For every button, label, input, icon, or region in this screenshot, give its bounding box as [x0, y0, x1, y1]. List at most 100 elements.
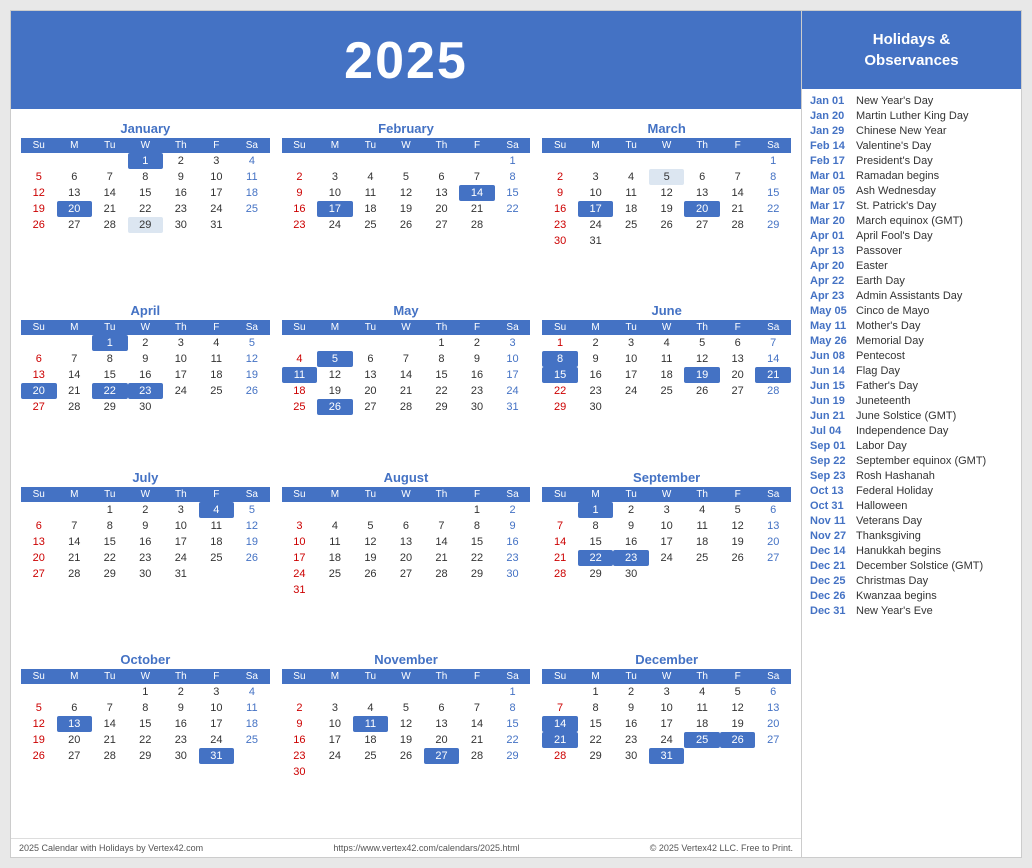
calendar-day: 27: [388, 566, 424, 582]
calendar-day: 25: [353, 748, 389, 764]
day-header-su: Su: [542, 138, 578, 153]
calendar-day: 11: [684, 518, 720, 534]
calendar-day: 28: [424, 566, 460, 582]
calendar-day: 15: [128, 716, 164, 732]
footer: 2025 Calendar with Holidays by Vertex42.…: [11, 838, 801, 857]
calendar-day: [282, 153, 318, 169]
calendar-day: 19: [649, 201, 685, 217]
calendar-day: 2: [282, 169, 318, 185]
calendar-section: 2025 JanuarySuMTuWThFSa12345678910111213…: [11, 11, 801, 857]
calendar-day: 16: [613, 716, 649, 732]
calendar-day: [353, 153, 389, 169]
calendar-day: 13: [57, 185, 93, 201]
calendar-day: 12: [388, 185, 424, 201]
day-header-sa: Sa: [755, 320, 791, 335]
month-table: SuMTuWThFSa12345678910111213141516171819…: [282, 138, 531, 233]
calendar-day: 4: [282, 351, 318, 367]
day-header-w: W: [128, 487, 164, 502]
sidebar: Holidays &Observances Jan 01New Year's D…: [801, 11, 1021, 857]
calendar-day: 16: [282, 732, 318, 748]
calendar-day: 29: [459, 566, 495, 582]
calendar-day: 4: [234, 684, 270, 700]
calendar-day: 18: [234, 716, 270, 732]
calendar-day: 26: [21, 748, 57, 764]
calendar-day: 14: [542, 716, 578, 732]
calendar-day: 21: [459, 732, 495, 748]
calendar-day: [424, 582, 460, 598]
day-header-m: M: [317, 320, 353, 335]
day-header-su: Su: [542, 669, 578, 684]
calendar-day: 20: [684, 201, 720, 217]
calendar-day: 28: [57, 566, 93, 582]
calendar-day: 9: [578, 351, 614, 367]
calendar-day: 24: [649, 732, 685, 748]
calendar-day: 23: [542, 217, 578, 233]
calendar-day: 14: [459, 185, 495, 201]
calendar-day: [684, 233, 720, 249]
calendar-day: 11: [613, 185, 649, 201]
month-block-may: MaySuMTuWThFSa12345678910111213141516171…: [276, 299, 537, 465]
day-header-th: Th: [163, 320, 199, 335]
calendar-day: 16: [163, 185, 199, 201]
month-block-december: DecemberSuMTuWThFSa123456789101112131415…: [536, 648, 797, 830]
calendar-day: 21: [424, 550, 460, 566]
calendar-day: 29: [92, 399, 128, 415]
calendar-day: 18: [353, 732, 389, 748]
day-header-su: Su: [21, 138, 57, 153]
calendar-day: 14: [459, 716, 495, 732]
calendar-day: [388, 153, 424, 169]
calendar-day: 26: [388, 217, 424, 233]
calendar-day: 24: [495, 383, 531, 399]
day-header-f: F: [459, 487, 495, 502]
calendar-day: 22: [495, 201, 531, 217]
month-title: November: [282, 652, 531, 667]
calendar-day: 17: [578, 201, 614, 217]
holiday-name: Mother's Day: [856, 320, 920, 332]
month-block-february: FebruarySuMTuWThFSa123456789101112131415…: [276, 117, 537, 299]
calendar-day: 8: [128, 169, 164, 185]
calendar-day: 23: [459, 383, 495, 399]
holiday-item: Apr 22Earth Day: [810, 275, 1013, 287]
calendar-day: 15: [495, 185, 531, 201]
month-table: SuMTuWThFSa12345678910111213141516171819…: [282, 320, 531, 415]
calendar-day: 14: [720, 185, 756, 201]
calendar-day: 7: [57, 351, 93, 367]
calendar-day: 23: [282, 217, 318, 233]
calendar-day: 22: [755, 201, 791, 217]
calendar-day: [21, 335, 57, 351]
calendar-day: 9: [163, 700, 199, 716]
calendar-day: 5: [234, 502, 270, 518]
calendar-day: 8: [578, 518, 614, 534]
day-header-th: Th: [163, 487, 199, 502]
calendar-day: [234, 399, 270, 415]
calendar-day: 21: [57, 550, 93, 566]
calendar-day: [424, 502, 460, 518]
holiday-date: May 05: [810, 305, 856, 317]
holiday-item: Apr 13Passover: [810, 245, 1013, 257]
month-table: SuMTuWThFSa12345678910111213141516171819…: [542, 669, 791, 764]
calendar-day: 15: [92, 534, 128, 550]
calendar-day: 10: [649, 518, 685, 534]
calendar-day: 17: [317, 201, 353, 217]
holiday-item: Oct 31Halloween: [810, 500, 1013, 512]
calendar-day: 9: [163, 169, 199, 185]
holiday-name: Halloween: [856, 500, 907, 512]
calendar-day: 3: [163, 502, 199, 518]
day-header-m: M: [57, 669, 93, 684]
calendar-day: 12: [720, 518, 756, 534]
holiday-item: Mar 17St. Patrick's Day: [810, 200, 1013, 212]
calendar-day: 26: [388, 748, 424, 764]
calendar-day: 9: [128, 351, 164, 367]
calendar-day: 20: [21, 550, 57, 566]
day-header-tu: Tu: [353, 138, 389, 153]
calendar-day: 19: [234, 367, 270, 383]
holiday-date: May 26: [810, 335, 856, 347]
day-header-sa: Sa: [234, 669, 270, 684]
calendar-day: 8: [578, 700, 614, 716]
calendar-day: 9: [495, 518, 531, 534]
calendar-day: 29: [128, 217, 164, 233]
calendar-day: 11: [234, 700, 270, 716]
calendar-day: 27: [755, 550, 791, 566]
holiday-item: Sep 23Rosh Hashanah: [810, 470, 1013, 482]
calendar-day: 24: [282, 566, 318, 582]
